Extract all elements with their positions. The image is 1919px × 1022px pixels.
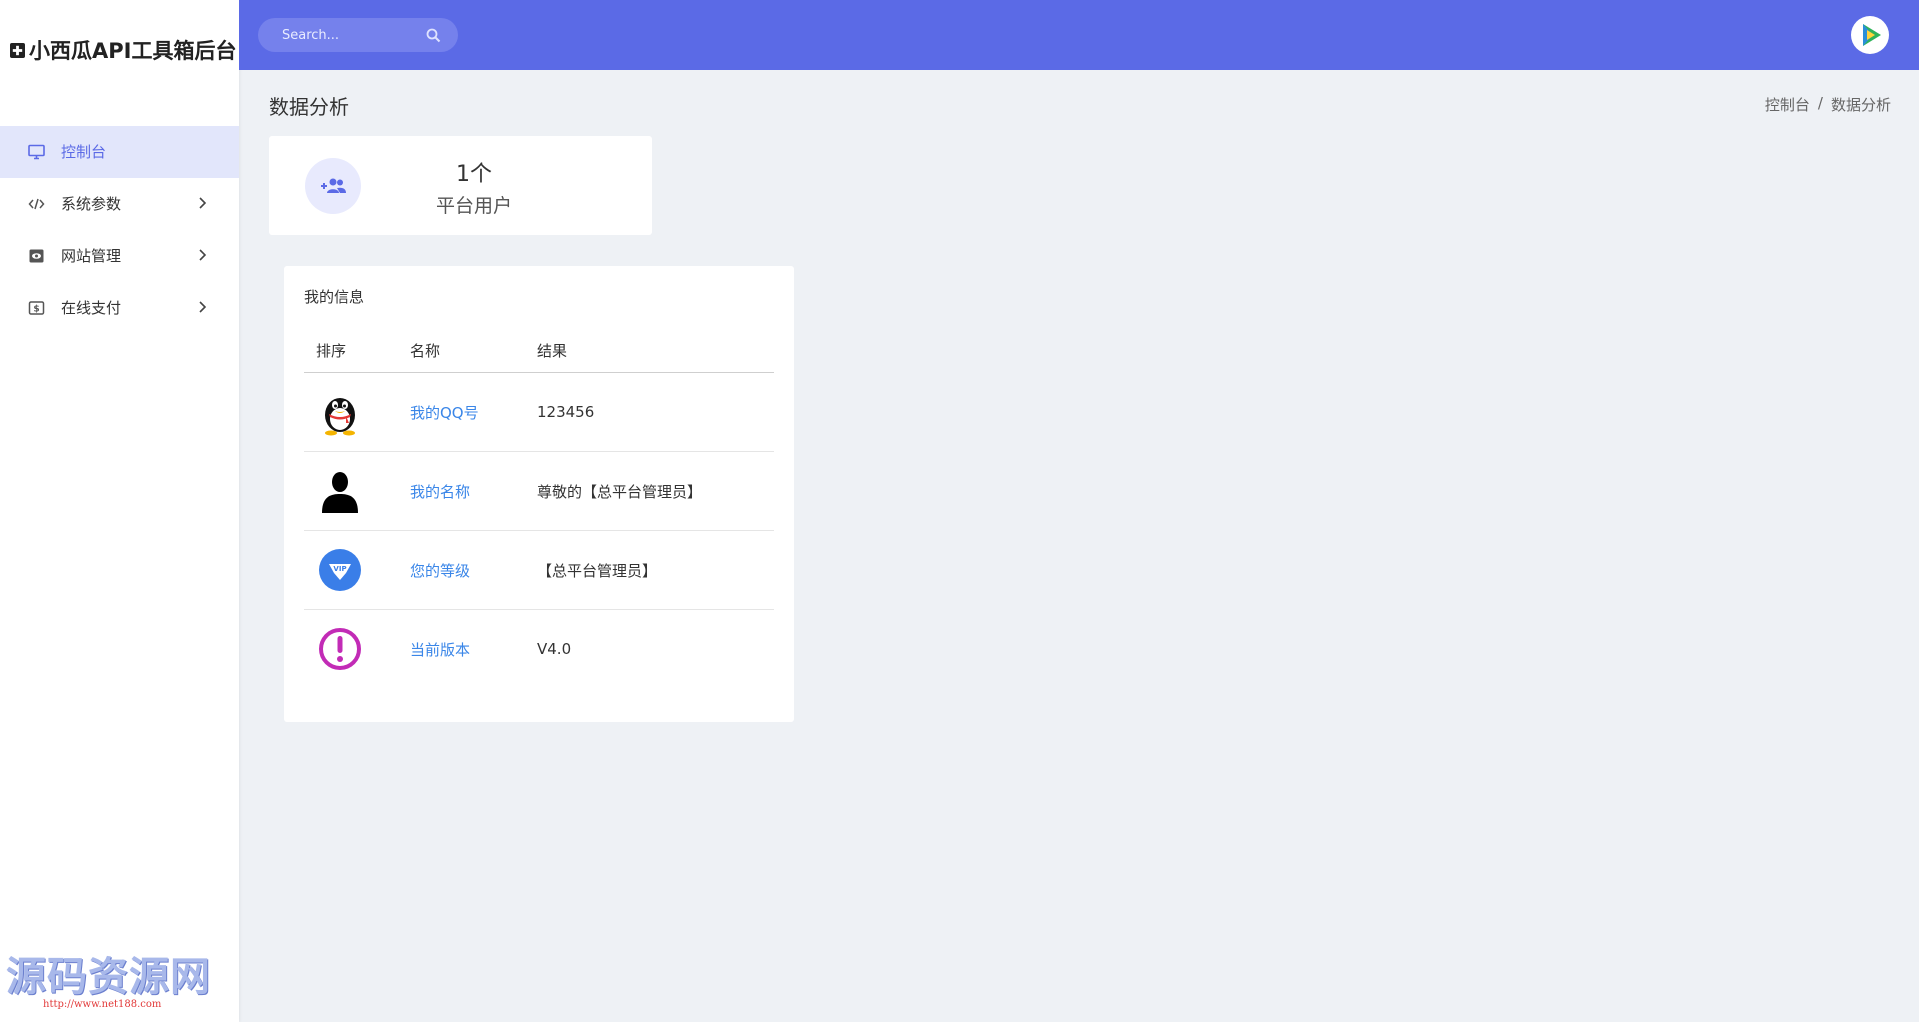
- my-level-value: 【总平台管理员】: [537, 530, 774, 610]
- my-info-title: 我的信息: [304, 288, 365, 306]
- brand-title: 小西瓜API工具箱后台: [29, 39, 237, 63]
- monitor-icon: [28, 144, 45, 160]
- qq-number-value: 123456: [537, 372, 774, 452]
- column-header-result: 结果: [537, 328, 774, 373]
- sidebar-item-label: 控制台: [61, 143, 107, 161]
- topbar: [239, 0, 1919, 70]
- sidebar-item-label: 在线支付: [61, 299, 122, 317]
- sidebar-item-online-payment[interactable]: $ 在线支付: [0, 282, 239, 334]
- chevron-right-icon: [199, 301, 207, 313]
- search-input[interactable]: [280, 19, 424, 51]
- breadcrumb: 控制台 / 数据分析: [1765, 94, 1891, 115]
- column-header-name: 名称: [410, 328, 537, 373]
- table-row: 我的名称 尊敬的【总平台管理员】: [304, 451, 774, 531]
- table-row: 当前版本 V4.0: [304, 610, 774, 689]
- code-icon: [28, 196, 45, 212]
- svg-text:$: $: [33, 305, 39, 315]
- user-count-value: 1个: [456, 162, 492, 187]
- table-row: VIP 您的等级 【总平台管理员】: [304, 530, 774, 610]
- watermark-title: 源码资源网: [6, 954, 211, 1000]
- user-count-card: 1个 平台用户: [269, 136, 652, 235]
- version-link[interactable]: 当前版本: [410, 641, 470, 659]
- breadcrumb-separator: /: [1817, 94, 1823, 112]
- qq-penguin-icon: [325, 398, 355, 436]
- chevron-right-icon: [199, 249, 207, 261]
- my-info-table: 排序 名称 结果 我的QQ号 123456 我的名称 尊敬的【总平台管理员】 V…: [304, 328, 774, 688]
- sidebar-item-console[interactable]: 控制台: [0, 126, 239, 178]
- search-icon[interactable]: [426, 28, 441, 43]
- sidebar: 小西瓜API工具箱后台 控制台 系统参数 网站管理 $ 在线支付 源码资源网 h…: [0, 0, 239, 1022]
- vip-badge-icon: VIP: [319, 549, 361, 591]
- dollar-box-icon: $: [28, 300, 45, 316]
- avatar[interactable]: [1851, 16, 1889, 54]
- exclamation-icon: [319, 628, 361, 670]
- my-info-card: 我的信息 排序 名称 结果 我的QQ号 123456 我的名称 尊敬的【总平台管…: [284, 266, 794, 722]
- plus-square-icon: [10, 42, 25, 58]
- play-logo-icon: [1853, 18, 1887, 52]
- column-header-order: 排序: [304, 328, 410, 373]
- sidebar-item-site-management[interactable]: 网站管理: [0, 230, 239, 282]
- qq-number-link[interactable]: 我的QQ号: [410, 404, 479, 422]
- chevron-right-icon: [199, 197, 207, 209]
- watermark: 源码资源网 http://www.net188.com: [6, 953, 211, 1017]
- sidebar-nav: 控制台 系统参数 网站管理 $ 在线支付: [0, 126, 239, 334]
- my-level-link[interactable]: 您的等级: [410, 562, 470, 580]
- breadcrumb-current: 数据分析: [1830, 96, 1891, 114]
- version-value: V4.0: [537, 640, 572, 658]
- svg-text:VIP: VIP: [333, 565, 346, 573]
- eye-box-icon: [28, 248, 45, 264]
- sidebar-item-label: 系统参数: [61, 195, 122, 213]
- brand[interactable]: 小西瓜API工具箱后台: [10, 34, 236, 66]
- user-silhouette-icon: [322, 472, 358, 513]
- table-header-row: 排序 名称 结果: [304, 328, 774, 373]
- sidebar-item-label: 网站管理: [61, 247, 122, 265]
- user-count-label: 平台用户: [435, 195, 512, 217]
- page-title: 数据分析: [269, 95, 349, 119]
- my-name-value: 尊敬的【总平台管理员】: [537, 451, 774, 531]
- search-box: [258, 18, 458, 52]
- add-users-icon: [305, 158, 361, 214]
- my-name-link[interactable]: 我的名称: [410, 483, 470, 501]
- table-row: 我的QQ号 123456: [304, 372, 774, 452]
- breadcrumb-home[interactable]: 控制台: [1765, 94, 1810, 115]
- sidebar-item-system-params[interactable]: 系统参数: [0, 178, 239, 230]
